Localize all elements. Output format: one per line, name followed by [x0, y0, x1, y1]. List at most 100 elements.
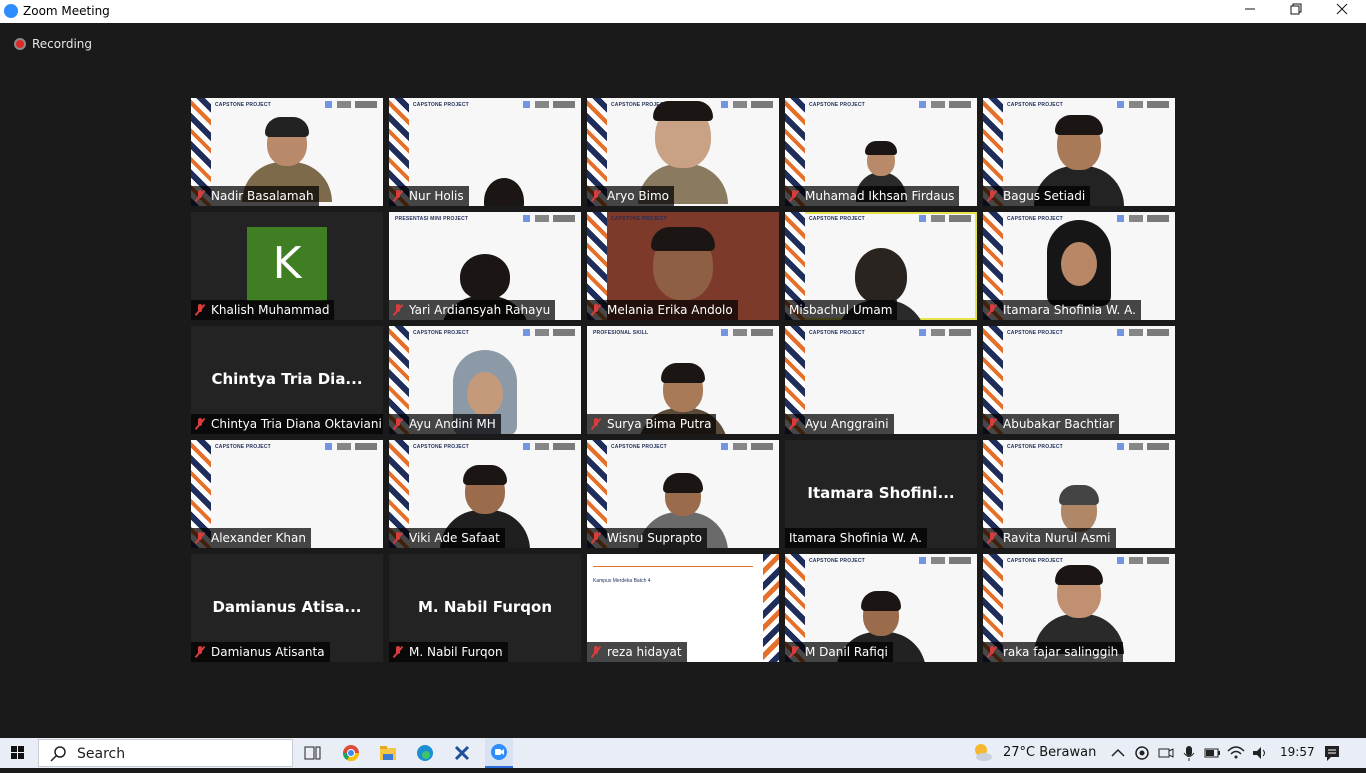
tray-record-button[interactable]: [1130, 738, 1154, 768]
background-banner: CAPSTONE PROJECT: [809, 216, 865, 222]
muted-mic-icon: [987, 646, 997, 658]
taskbar-app-zoom[interactable]: [485, 738, 513, 768]
task-view-button[interactable]: [298, 738, 326, 768]
participant-tile[interactable]: PROFESIONAL SKILL Surya Bima Putra: [587, 326, 779, 434]
participant-video: [651, 227, 715, 300]
taskbar-clock[interactable]: 19:57: [1280, 745, 1315, 759]
partner-logos: [1117, 557, 1169, 564]
participant-display-name: Itamara Shofini...: [807, 484, 955, 502]
edge-icon: [417, 745, 433, 761]
partner-logos: [721, 443, 773, 450]
background-banner: CAPSTONE PROJECT: [809, 330, 865, 336]
participant-tile[interactable]: Damianus Atisa... Damianus Atisanta: [191, 554, 383, 662]
partner-logos: [325, 443, 377, 450]
muted-mic-icon: [987, 532, 997, 544]
partner-logos: [523, 329, 575, 336]
windows-start-icon: [11, 746, 24, 759]
taskbar-app-file-explorer[interactable]: [374, 738, 402, 768]
participant-tile[interactable]: CAPSTONE PROJECT Nur Holis: [389, 98, 581, 206]
participant-tile[interactable]: CAPSTONE PROJECT raka fajar salinggih: [983, 554, 1175, 662]
zoom-icon: [491, 744, 507, 760]
participant-avatar: K: [247, 227, 327, 301]
muted-mic-icon: [195, 418, 205, 430]
participant-video: [1059, 485, 1099, 532]
participant-tile[interactable]: Chintya Tria Dia... Chintya Tria Diana O…: [191, 326, 383, 434]
participant-name-label: Khalish Muhammad: [191, 300, 335, 320]
participant-name-label: Ayu Andini MH: [389, 414, 501, 434]
tray-volume-button[interactable]: [1248, 738, 1272, 768]
background-banner: CAPSTONE PROJECT: [611, 216, 667, 222]
participant-tile[interactable]: Itamara Shofini... Itamara Shofinia W. A…: [785, 440, 977, 548]
search-label: Search: [77, 746, 126, 762]
participant-tile[interactable]: CAPSTONE PROJECT Ravita Nurul Asmi: [983, 440, 1175, 548]
muted-mic-icon: [591, 418, 601, 430]
participant-tile[interactable]: PRESENTASI MINI PROJECT Yari Ardiansyah …: [389, 212, 581, 320]
background-banner: CAPSTONE PROJECT: [1007, 558, 1063, 564]
muted-mic-icon: [591, 532, 601, 544]
muted-mic-icon: [393, 190, 403, 202]
weather-text[interactable]: 27°C Berawan: [1003, 745, 1096, 760]
participant-tile[interactable]: CAPSTONE PROJECT Ayu Andini MH: [389, 326, 581, 434]
camera-icon: [1158, 748, 1174, 758]
recording-icon: [14, 38, 26, 50]
participant-video: [484, 178, 525, 206]
muted-mic-icon: [393, 532, 403, 544]
background-banner: CAPSTONE PROJECT: [1007, 330, 1063, 336]
background-banner: CAPSTONE PROJECT: [809, 102, 865, 108]
slide-subtitle: Kampus Merdeka Batch 4: [593, 578, 651, 584]
background-banner: CAPSTONE PROJECT: [611, 444, 667, 450]
file-explorer-icon: [380, 746, 396, 760]
participant-name-label: Muhamad Ikhsan Firdaus: [785, 186, 960, 206]
participant-tile[interactable]: M. Nabil Furqon M. Nabil Furqon: [389, 554, 581, 662]
muted-mic-icon: [195, 532, 205, 544]
close-button[interactable]: [1319, 0, 1365, 23]
tray-microphone-button[interactable]: [1178, 738, 1200, 768]
weather-widget-icon[interactable]: [968, 738, 996, 768]
partner-logos: [721, 329, 773, 336]
notification-center-button[interactable]: [1318, 738, 1346, 768]
participant-name-label: M. Nabil Furqon: [389, 642, 508, 662]
participant-tile[interactable]: CAPSTONE PROJECT Wisnu Suprapto: [587, 440, 779, 548]
minimize-button[interactable]: [1227, 0, 1273, 23]
participant-name-label: Wisnu Suprapto: [587, 528, 708, 548]
window-titlebar: Zoom Meeting: [0, 0, 1366, 23]
partner-logos: [1117, 443, 1169, 450]
taskbar-app-chrome[interactable]: [337, 738, 365, 768]
participant-name-label: Surya Bima Putra: [587, 414, 717, 434]
participant-tile[interactable]: CAPSTONE PROJECT Melania Erika Andolo: [587, 212, 779, 320]
tray-battery-button[interactable]: [1200, 738, 1224, 768]
taskbar-app-edge[interactable]: [411, 738, 439, 768]
participant-tile[interactable]: CAPSTONE PROJECT Alexander Khan: [191, 440, 383, 548]
participant-tile[interactable]: CAPSTONE PROJECT Abubakar Bachtiar: [983, 326, 1175, 434]
participant-tile[interactable]: K Khalish Muhammad: [191, 212, 383, 320]
window-title: Zoom Meeting: [23, 4, 110, 18]
recording-indicator[interactable]: Recording: [14, 37, 92, 51]
participant-name-label: Nur Holis: [389, 186, 469, 206]
tray-wifi-button[interactable]: [1224, 738, 1248, 768]
minimize-icon: [1245, 8, 1255, 10]
participant-tile[interactable]: CAPSTONE PROJECT Viki Ade Safaat: [389, 440, 581, 548]
participant-video: [1047, 220, 1111, 306]
taskbar-search-box[interactable]: Search: [38, 739, 293, 767]
tray-camera-button[interactable]: [1154, 738, 1178, 768]
chrome-icon: [342, 745, 360, 762]
participant-tile[interactable]: CAPSTONE PROJECT Nadir Basalamah: [191, 98, 383, 206]
participant-name-label: raka fajar salinggih: [983, 642, 1124, 662]
restore-button[interactable]: [1273, 0, 1319, 23]
participant-tile[interactable]: CAPSTONE PROJECT Muhamad Ikhsan Firdaus: [785, 98, 977, 206]
participant-tile[interactable]: CAPSTONE PROJECT Aryo Bimo: [587, 98, 779, 206]
start-button[interactable]: [4, 738, 32, 768]
participant-tile[interactable]: CAPSTONE PROJECT M Danil Rafiqi: [785, 554, 977, 662]
participant-tile[interactable]: CAPSTONE PROJECT Bagus Setiadi: [983, 98, 1175, 206]
participant-tile[interactable]: CAPSTONE PROJECT Itamara Shofinia W. A.: [983, 212, 1175, 320]
zoom-app-icon: [4, 4, 18, 18]
participant-tile[interactable]: CAPSTONE PROJECT Ayu Anggraini: [785, 326, 977, 434]
taskbar-app-excel[interactable]: [448, 738, 476, 768]
participant-tile-active-speaker[interactable]: CAPSTONE PROJECT Misbachul Umam: [785, 212, 977, 320]
participant-tile[interactable]: Kampus Merdeka Batch 4 reza hidayat: [587, 554, 779, 662]
participant-display-name: M. Nabil Furqon: [417, 598, 553, 616]
muted-mic-icon: [789, 418, 799, 430]
muted-mic-icon: [393, 304, 403, 316]
slide-divider: [593, 566, 753, 567]
participant-name-label: Nadir Basalamah: [191, 186, 319, 206]
